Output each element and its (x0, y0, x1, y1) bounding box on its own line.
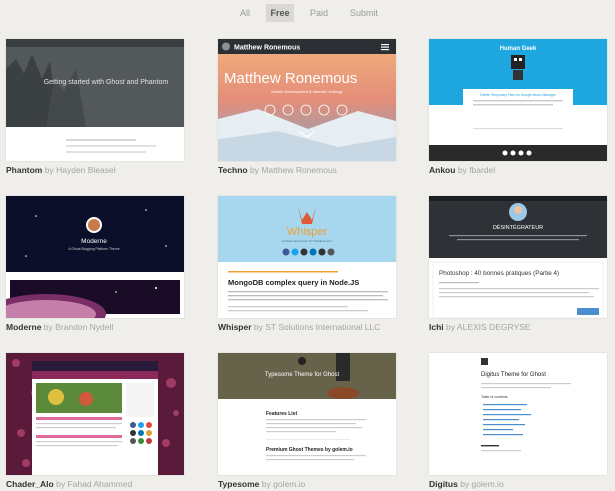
theme-author[interactable]: golem.io (273, 479, 305, 489)
theme-author[interactable]: Fahad Ahammed (67, 479, 132, 489)
theme-caption: Phantom by Hayden Bleasel (6, 165, 206, 175)
by-label: by (44, 165, 54, 175)
digitus-toc: Table of contents (481, 395, 508, 399)
by-label: by (446, 322, 456, 332)
theme-name[interactable]: Chader_Alo (6, 479, 54, 489)
ankou-post-title: Delete Temporary Files for Google Music … (480, 93, 557, 97)
typesome-heading: Typesome Theme for Ghost (265, 372, 340, 378)
theme-author[interactable]: fbardel (469, 165, 495, 175)
theme-name[interactable]: Ankou (429, 165, 455, 175)
theme-name[interactable]: Phantom (6, 165, 42, 175)
theme-caption: Ankou by fbardel (429, 165, 615, 175)
theme-caption: Typesome by golem.io (218, 479, 418, 489)
theme-author[interactable]: Matthew Ronemous (261, 165, 337, 175)
filter-tabs: All Free Paid Submit (0, 4, 615, 22)
theme-name[interactable]: Typesome (218, 479, 259, 489)
whisper-site-title: Whisper (287, 226, 328, 238)
theme-thumbnail[interactable]: Whisper A Ghost theme from ST Solutions … (218, 196, 396, 318)
ankou-site-title: Human Geek (500, 46, 537, 52)
phantom-heading: Getting started with Ghost and Phantom (44, 79, 169, 86)
theme-thumbnail[interactable]: DÉSINTÉGRATEUR Photoshop : 40 bonnes pra… (429, 196, 607, 318)
techno-site-title: Matthew Ronemous (224, 70, 357, 87)
digitus-site-title: Digitus Theme for Ghost (481, 372, 546, 378)
theme-caption: Techno by Matthew Ronemous (218, 165, 418, 175)
theme-author[interactable]: golem.io (472, 479, 504, 489)
whisper-post-title: MongoDB complex query in Node.JS (228, 278, 359, 287)
techno-subtitle: Mobile Development & Internet of things (271, 89, 342, 94)
theme-name[interactable]: Moderne (6, 322, 41, 332)
theme-author[interactable]: ST Solutions International LLC (265, 322, 380, 332)
ichi-site-title: DÉSINTÉGRATEUR (493, 224, 543, 231)
theme-caption: Digitus by golem.io (429, 479, 615, 489)
ichi-post-title: Photoshop : 40 bonnes pratiques (Partie … (439, 270, 559, 277)
theme-thumbnail[interactable]: Digitus Theme for Ghost Table of content… (429, 353, 607, 475)
typesome-post2: Premium Ghost Themes by golem.io (266, 447, 353, 453)
by-label: by (460, 479, 470, 489)
by-label: by (253, 322, 263, 332)
theme-name[interactable]: Whisper (218, 322, 252, 332)
theme-name[interactable]: Digitus (429, 479, 458, 489)
theme-thumbnail[interactable]: Getting started with Ghost and Phantom (6, 39, 184, 161)
theme-name[interactable]: Techno (218, 165, 248, 175)
theme-caption: Moderne by Brandon Nydell (6, 322, 206, 332)
by-label: by (261, 479, 271, 489)
theme-thumbnail[interactable]: Matthew Ronemous Matthew Ronemous Mobile… (218, 39, 396, 161)
theme-caption: Chader_Alo by Fahad Ahammed (6, 479, 206, 489)
whisper-subtitle: A Ghost theme from ST Solutions LLC (282, 239, 334, 243)
by-label: by (43, 322, 53, 332)
tab-submit[interactable]: Submit (344, 4, 384, 22)
tab-paid[interactable]: Paid (304, 4, 334, 22)
theme-author[interactable]: Hayden Bleasel (56, 165, 116, 175)
theme-thumbnail[interactable]: Typesome Theme for Ghost Features List P… (218, 353, 396, 475)
theme-author[interactable]: ALEXIS DEGRYSE (457, 322, 531, 332)
by-label: by (457, 165, 467, 175)
tab-free[interactable]: Free (266, 4, 294, 22)
theme-thumbnail[interactable]: Moderne A Ghost Blogging Platform Theme (6, 196, 184, 318)
moderne-site-title: Moderne (81, 238, 107, 245)
tab-all[interactable]: All (230, 4, 260, 22)
theme-thumbnail[interactable] (6, 353, 184, 475)
techno-nav-title: Matthew Ronemous (234, 45, 300, 52)
theme-name[interactable]: Ichi (429, 322, 444, 332)
theme-thumbnail[interactable]: Human Geek Delete Temporary Files for Go… (429, 39, 607, 161)
theme-caption: Ichi by ALEXIS DEGRYSE (429, 322, 615, 332)
moderne-subtitle: A Ghost Blogging Platform Theme (68, 247, 119, 251)
theme-author[interactable]: Brandon Nydell (55, 322, 113, 332)
by-label: by (249, 165, 259, 175)
theme-caption: Whisper by ST Solutions International LL… (218, 322, 418, 332)
by-label: by (56, 479, 66, 489)
typesome-post1: Features List (266, 411, 297, 417)
